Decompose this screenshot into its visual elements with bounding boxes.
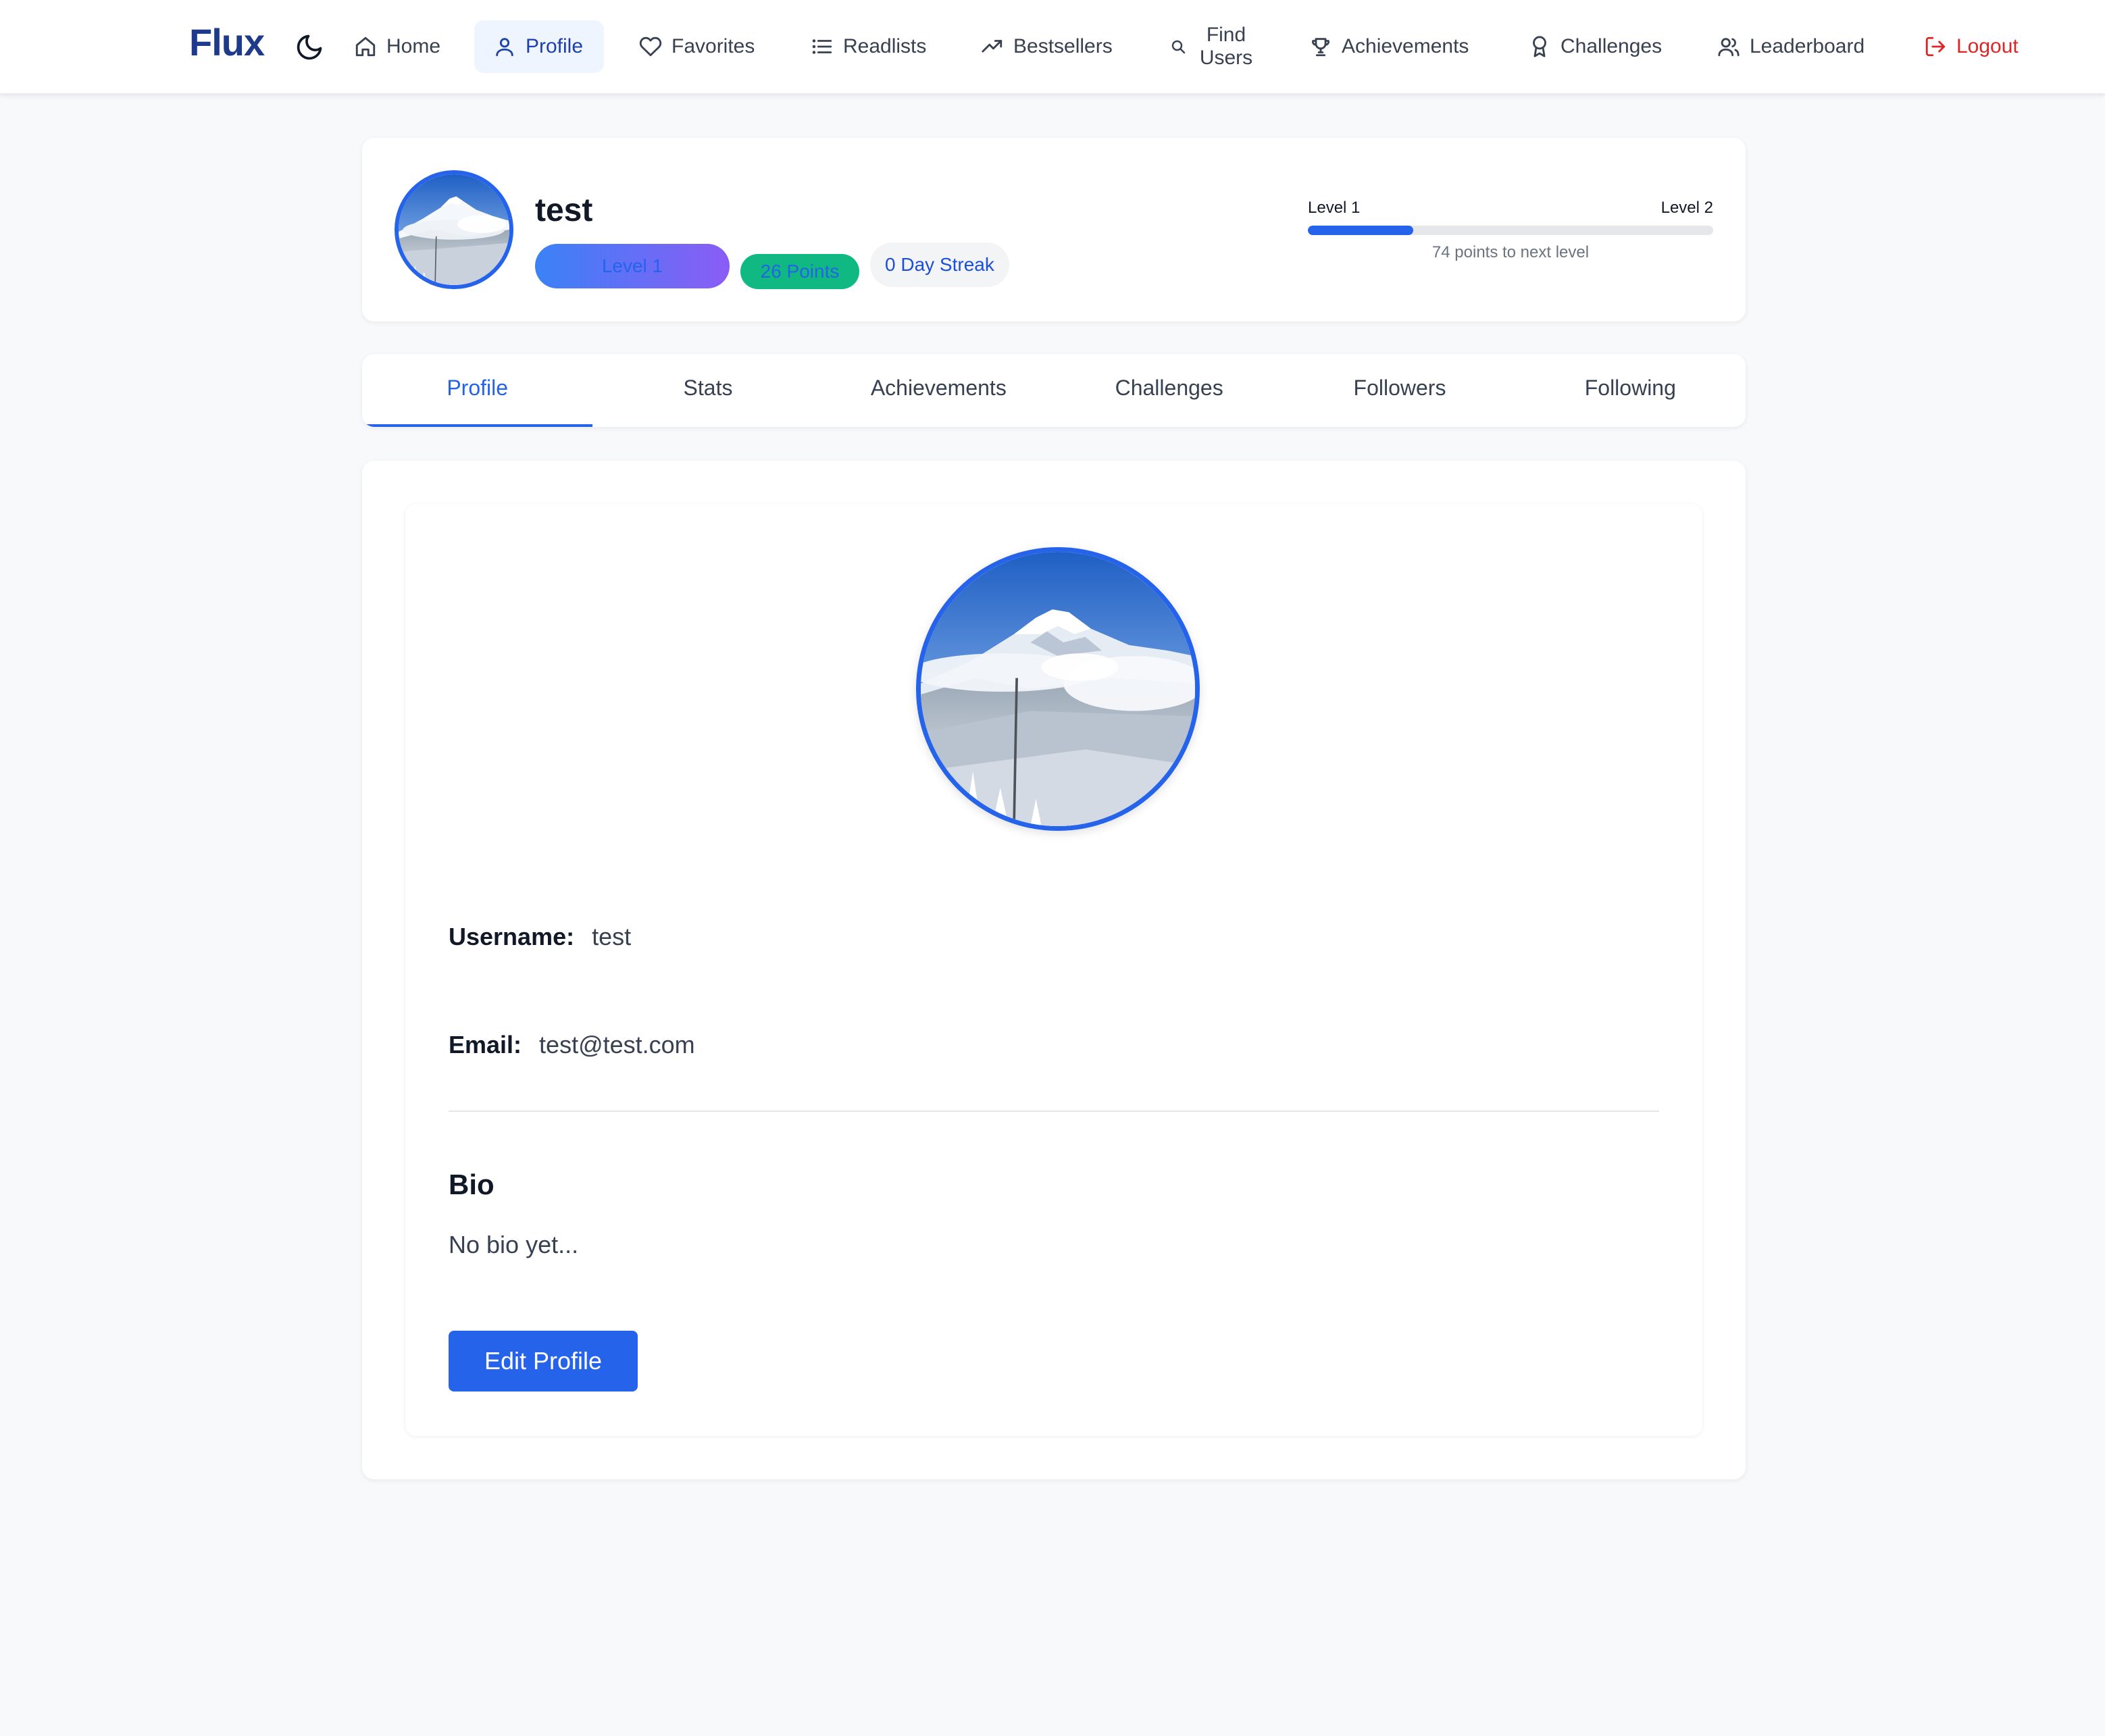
users-icon xyxy=(1717,35,1740,58)
top-navigation: Flux Home Profile Favorites Readlists Be… xyxy=(0,0,2105,95)
nav-profile-label: Profile xyxy=(526,35,584,57)
tab-following[interactable]: Following xyxy=(1515,354,1746,427)
next-level-label: Level 2 xyxy=(1660,199,1713,217)
nav-challenges[interactable]: Challenges xyxy=(1509,20,1681,73)
username-label: Username: xyxy=(449,923,575,950)
tab-profile[interactable]: Profile xyxy=(362,354,593,427)
bio-text: No bio yet... xyxy=(449,1231,579,1258)
nav-achievements-label: Achievements xyxy=(1342,35,1469,57)
tab-stats[interactable]: Stats xyxy=(592,354,823,427)
nav-readlists[interactable]: Readlists xyxy=(792,20,945,73)
brand-logo[interactable]: Flux xyxy=(189,20,265,64)
profile-tabs: Profile Stats Achievements Challenges Fo… xyxy=(362,354,1746,427)
tab-followers[interactable]: Followers xyxy=(1284,354,1515,427)
nav-home[interactable]: Home xyxy=(335,20,459,73)
level-progress-track xyxy=(1308,226,1713,235)
profile-badges: Level 1 26 Points 0 Day Streak xyxy=(535,242,1009,289)
email-field: Email: test@test.com xyxy=(449,1031,695,1059)
nav-profile[interactable]: Profile xyxy=(474,20,604,73)
level-progress-fill xyxy=(1308,226,1413,235)
nav-bestsellers[interactable]: Bestsellers xyxy=(962,20,1132,73)
search-icon xyxy=(1170,39,1186,55)
username-field: Username: test xyxy=(449,923,631,951)
streak-badge: 0 Day Streak xyxy=(870,242,1009,287)
nav-bestsellers-label: Bestsellers xyxy=(1013,35,1113,57)
tab-achievements[interactable]: Achievements xyxy=(823,354,1054,427)
home-icon xyxy=(354,35,377,58)
bio-heading: Bio xyxy=(449,1169,494,1200)
profile-content-card: Username: test Email: test@test.com Bio … xyxy=(362,461,1746,1479)
heart-icon xyxy=(639,35,662,58)
username-value: test xyxy=(592,923,632,950)
profile-header-card: test Level 1 26 Points 0 Day Streak Leve… xyxy=(362,138,1746,322)
edit-profile-button[interactable]: Edit Profile xyxy=(449,1331,638,1392)
current-level-label: Level 1 xyxy=(1308,199,1361,217)
level-progress-caption: 74 points to next level xyxy=(1431,243,1590,261)
nav-logout-label: Logout xyxy=(1956,35,2019,57)
nav-leaderboard[interactable]: Leaderboard xyxy=(1698,20,1883,73)
level-progress-labels: Level 1 Level 2 xyxy=(1308,199,1713,218)
moon-icon[interactable] xyxy=(295,32,324,62)
profile-details-panel: Username: test Email: test@test.com Bio … xyxy=(405,504,1702,1436)
nav-logout[interactable]: Logout xyxy=(1905,20,2037,73)
email-value: test@test.com xyxy=(539,1031,695,1058)
logout-icon xyxy=(1924,35,1947,58)
user-icon xyxy=(493,35,516,58)
nav-challenges-label: Challenges xyxy=(1561,35,1663,57)
tab-challenges[interactable]: Challenges xyxy=(1054,354,1284,427)
profile-picture[interactable] xyxy=(916,547,1200,831)
trending-up-icon xyxy=(981,35,1004,58)
trophy-icon xyxy=(1309,35,1332,58)
nav-favorites[interactable]: Favorites xyxy=(620,20,773,73)
nav-favorites-label: Favorites xyxy=(671,35,755,57)
list-icon xyxy=(811,35,834,58)
level-progress: Level 1 Level 2 74 points to next level xyxy=(1308,199,1713,262)
nav-readlists-label: Readlists xyxy=(843,35,927,57)
email-label: Email: xyxy=(449,1031,522,1058)
points-badge: 26 Points xyxy=(740,254,859,289)
profile-name: test xyxy=(535,193,593,228)
nav-find-users[interactable]: Find Users xyxy=(1151,20,1275,73)
level-badge: Level 1 xyxy=(535,244,730,288)
award-icon xyxy=(1528,35,1551,58)
nav-achievements[interactable]: Achievements xyxy=(1290,20,1488,73)
section-divider xyxy=(449,1110,1659,1112)
nav-find-users-label-line2: Users xyxy=(1199,47,1253,69)
avatar[interactable] xyxy=(395,170,513,289)
nav-find-users-label: Find Users xyxy=(1196,24,1257,70)
nav-home-label: Home xyxy=(386,35,441,57)
nav-find-users-label-line1: Find xyxy=(1206,24,1246,46)
nav-leaderboard-label: Leaderboard xyxy=(1750,35,1865,57)
